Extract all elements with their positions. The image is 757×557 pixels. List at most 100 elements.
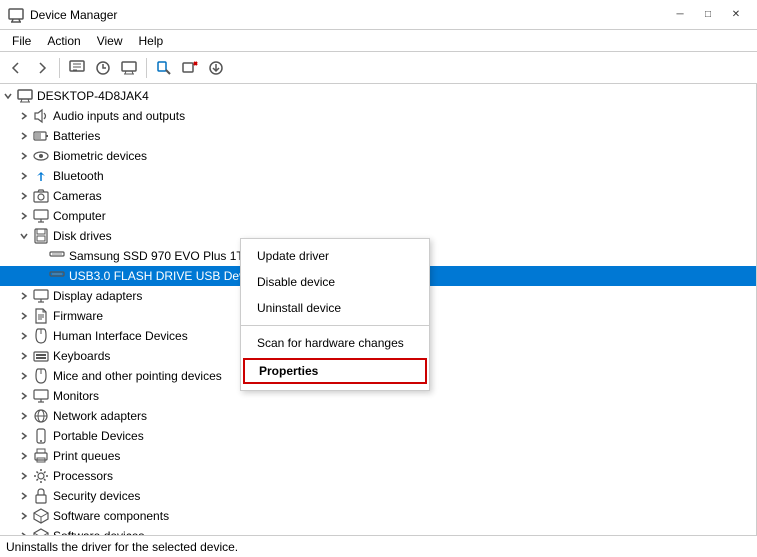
tree-label-network: Network adapters [53,409,147,423]
tree-label-bluetooth: Bluetooth [53,169,104,183]
close-button[interactable]: ✕ [723,5,749,25]
tree-label-samsung: Samsung SSD 970 EVO Plus 1TB [69,249,252,263]
tree-label-mice: Mice and other pointing devices [53,369,222,383]
tree-toggle-display[interactable] [16,286,32,306]
tree-icon-processors [32,467,50,485]
back-button[interactable] [4,56,28,80]
tree-icon-portable [32,427,50,445]
tree-icon-security [32,487,50,505]
tree-toggle-softcomp[interactable] [16,506,32,526]
menu-item-view[interactable]: View [89,32,131,50]
tree-icon-softcomp [32,507,50,525]
menu-bar: FileActionViewHelp [0,30,757,52]
tree-toggle-printq[interactable] [16,446,32,466]
tree-icon-mice [32,367,50,385]
tree-label-root: DESKTOP-4D8JAK4 [37,89,149,103]
tree-toggle-samsung [32,246,48,266]
tree-toggle-biometric[interactable] [16,146,32,166]
tree-item-biometric[interactable]: Biometric devices [0,146,756,166]
tree-label-cameras: Cameras [53,189,102,203]
tree-toggle-network[interactable] [16,406,32,426]
tree-icon-printq [32,447,50,465]
context-menu-item-properties[interactable]: Properties [243,358,427,384]
tree-toggle-processors[interactable] [16,466,32,486]
tree-item-batteries[interactable]: Batteries [0,126,756,146]
toolbar-properties-button[interactable] [65,56,89,80]
tree-toggle-firmware[interactable] [16,306,32,326]
tree-toggle-computer[interactable] [16,206,32,226]
tree-label-portable: Portable Devices [53,429,144,443]
tree-item-audio[interactable]: Audio inputs and outputs [0,106,756,126]
tree-icon-firmware [32,307,50,325]
tree-label-printq: Print queues [53,449,120,463]
tree-label-keyboards: Keyboards [53,349,110,363]
toolbar-scan-button[interactable] [152,56,176,80]
tree-icon-root [16,87,34,105]
menu-item-action[interactable]: Action [39,32,88,50]
tree-toggle-bluetooth[interactable] [16,166,32,186]
tree-label-diskdrives: Disk drives [53,229,112,243]
context-menu: Update driverDisable deviceUninstall dev… [240,238,430,391]
status-text: Uninstalls the driver for the selected d… [6,540,238,554]
tree-item-softdev[interactable]: Software devices [0,526,756,535]
tree-item-printq[interactable]: Print queues [0,446,756,466]
toolbar-sep-2 [146,58,147,78]
tree-toggle-monitors[interactable] [16,386,32,406]
tree-toggle-diskdrives[interactable] [16,226,32,246]
toolbar-driver-update-button[interactable] [91,56,115,80]
tree-icon-bluetooth [32,167,50,185]
context-menu-item-update-driver[interactable]: Update driver [241,243,429,269]
menu-item-file[interactable]: File [4,32,39,50]
tree-item-portable[interactable]: Portable Devices [0,426,756,446]
tree-icon-computer [32,207,50,225]
tree-item-security[interactable]: Security devices [0,486,756,506]
menu-item-help[interactable]: Help [131,32,172,50]
tree-toggle-usb3 [32,266,48,286]
tree-icon-cameras [32,187,50,205]
toolbar-download-button[interactable] [204,56,228,80]
context-menu-separator-3 [241,325,429,326]
tree-label-usb3: USB3.0 FLASH DRIVE USB Device [69,269,260,283]
tree-toggle-audio[interactable] [16,106,32,126]
tree-icon-monitors [32,387,50,405]
tree-icon-usb3 [48,267,66,285]
toolbar [0,52,757,84]
forward-button[interactable] [30,56,54,80]
context-menu-item-disable-device[interactable]: Disable device [241,269,429,295]
toolbar-uninstall-button[interactable] [178,56,202,80]
tree-item-computer[interactable]: Computer [0,206,756,226]
tree-toggle-cameras[interactable] [16,186,32,206]
maximize-button[interactable]: □ [695,5,721,25]
tree-label-firmware: Firmware [53,309,103,323]
tree-item-bluetooth[interactable]: Bluetooth [0,166,756,186]
tree-label-monitors: Monitors [53,389,99,403]
context-menu-item-scan-hw[interactable]: Scan for hardware changes [241,330,429,356]
tree-toggle-portable[interactable] [16,426,32,446]
tree-toggle-softdev[interactable] [16,526,32,535]
tree-label-softcomp: Software components [53,509,169,523]
tree-toggle-security[interactable] [16,486,32,506]
context-menu-item-uninstall-device[interactable]: Uninstall device [241,295,429,321]
toolbar-computer-button[interactable] [117,56,141,80]
tree-icon-network [32,407,50,425]
tree-label-computer: Computer [53,209,106,223]
tree-item-processors[interactable]: Processors [0,466,756,486]
tree-label-softdev: Software devices [53,529,144,535]
tree-label-batteries: Batteries [53,129,100,143]
tree-icon-audio [32,107,50,125]
tree-label-audio: Audio inputs and outputs [53,109,185,123]
tree-item-root[interactable]: DESKTOP-4D8JAK4 [0,86,756,106]
tree-toggle-batteries[interactable] [16,126,32,146]
tree-toggle-hid[interactable] [16,326,32,346]
tree-toggle-root[interactable] [0,86,16,106]
tree-item-network[interactable]: Network adapters [0,406,756,426]
window-title: Device Manager [30,8,667,22]
tree-icon-samsung [48,247,66,265]
tree-item-softcomp[interactable]: Software components [0,506,756,526]
app-icon [8,7,24,23]
tree-toggle-mice[interactable] [16,366,32,386]
tree-item-cameras[interactable]: Cameras [0,186,756,206]
minimize-button[interactable]: ─ [667,5,693,25]
tree-toggle-keyboards[interactable] [16,346,32,366]
status-bar: Uninstalls the driver for the selected d… [0,535,757,557]
